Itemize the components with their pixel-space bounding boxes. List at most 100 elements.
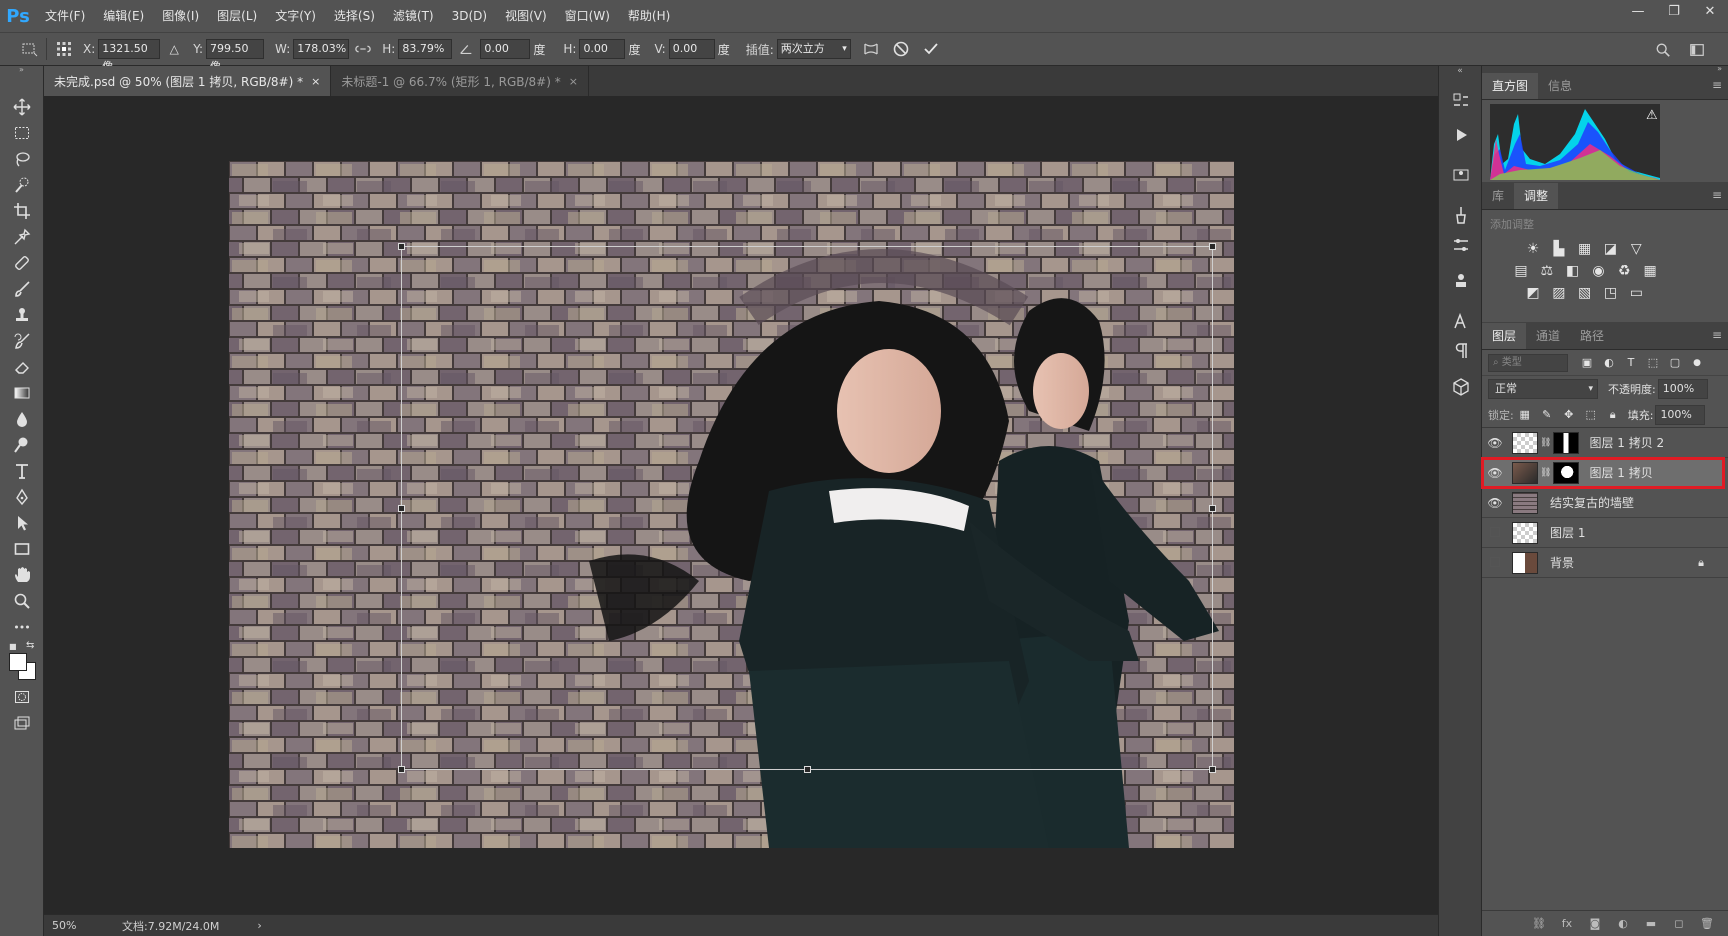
- screen-mode-icon[interactable]: [0, 710, 44, 736]
- levels-icon[interactable]: ▙: [1548, 238, 1570, 260]
- menu-help[interactable]: 帮助(H): [619, 0, 679, 32]
- h-field[interactable]: 83.79%: [398, 39, 453, 59]
- add-mask-icon[interactable]: ◙: [1584, 913, 1606, 935]
- gradient-tool-icon[interactable]: [0, 380, 44, 406]
- visibility-off-icon[interactable]: [1482, 526, 1508, 540]
- layer-row[interactable]: 图层 1: [1482, 518, 1728, 548]
- transform-handle[interactable]: [1209, 766, 1216, 773]
- clone-source-icon[interactable]: [1439, 264, 1483, 298]
- w-field[interactable]: 178.03%: [293, 39, 350, 59]
- new-adjustment-icon[interactable]: ◐: [1612, 913, 1634, 935]
- eyedropper-tool-icon[interactable]: [0, 224, 44, 250]
- black-white-icon[interactable]: ◧: [1562, 260, 1584, 282]
- visibility-eye-icon[interactable]: 👁︎: [1482, 466, 1508, 480]
- pen-tool-icon[interactable]: [0, 484, 44, 510]
- brightness-icon[interactable]: ☀: [1522, 238, 1544, 260]
- rectangle-tool-icon[interactable]: [0, 536, 44, 562]
- layer-filter-select[interactable]: ⌕ 类型: [1488, 353, 1568, 372]
- workspace-icon[interactable]: [1686, 39, 1708, 61]
- menu-3d[interactable]: 3D(D): [443, 0, 496, 32]
- posterize-icon[interactable]: ▨: [1548, 282, 1570, 304]
- visibility-eye-icon[interactable]: 👁︎: [1482, 496, 1508, 510]
- 3d-panel-icon[interactable]: [1439, 370, 1483, 404]
- menu-type[interactable]: 文字(Y): [266, 0, 325, 32]
- delete-layer-icon[interactable]: 🗑︎: [1696, 913, 1718, 935]
- color-lookup-icon[interactable]: ▦: [1639, 260, 1661, 282]
- fill-field[interactable]: 100%: [1655, 404, 1706, 425]
- zoom-tool-icon[interactable]: [0, 588, 44, 614]
- clone-stamp-tool-icon[interactable]: [0, 302, 44, 328]
- color-balance-icon[interactable]: ⚖: [1536, 260, 1558, 282]
- exposure-icon[interactable]: ◪: [1599, 238, 1621, 260]
- link-icon[interactable]: [352, 38, 374, 60]
- tab-paths[interactable]: 路径: [1570, 323, 1614, 349]
- minimize-button[interactable]: —: [1620, 0, 1656, 22]
- blend-mode-select[interactable]: 正常 ▾: [1488, 379, 1598, 399]
- hue-saturation-icon[interactable]: ▤: [1510, 260, 1532, 282]
- cancel-transform-icon[interactable]: [890, 38, 912, 60]
- menu-image[interactable]: 图像(I): [153, 0, 208, 32]
- close-window-button[interactable]: ✕: [1692, 0, 1728, 22]
- layer-row-selected[interactable]: 👁︎ ⛓︎ 图层 1 拷贝: [1481, 457, 1725, 489]
- menu-view[interactable]: 视图(V): [496, 0, 556, 32]
- filter-toggle-icon[interactable]: ●: [1686, 352, 1708, 374]
- paragraph-panel-icon[interactable]: [1439, 338, 1483, 364]
- panel-menu-icon[interactable]: ≡: [1712, 328, 1722, 342]
- curves-icon[interactable]: ▦: [1574, 238, 1596, 260]
- character-panel-icon[interactable]: [1439, 304, 1483, 338]
- vibrance-icon[interactable]: ▽: [1625, 238, 1647, 260]
- transform-handle[interactable]: [398, 766, 405, 773]
- warp-icon[interactable]: [860, 38, 882, 60]
- invert-icon[interactable]: ◩: [1522, 282, 1544, 304]
- menu-filter[interactable]: 滤镜(T): [384, 0, 443, 32]
- menu-file[interactable]: 文件(F): [36, 0, 94, 32]
- status-arrow-icon[interactable]: ›: [257, 919, 261, 932]
- lock-transparent-icon[interactable]: ▦: [1514, 404, 1536, 426]
- channel-mixer-icon[interactable]: ♻: [1613, 260, 1635, 282]
- type-tool-icon[interactable]: [0, 458, 44, 484]
- quick-mask-icon[interactable]: [0, 684, 44, 710]
- lock-artboard-icon[interactable]: ⬚: [1580, 404, 1602, 426]
- selective-color-icon[interactable]: ◳: [1599, 282, 1621, 304]
- search-icon[interactable]: [1652, 39, 1674, 61]
- transform-handle[interactable]: [804, 766, 811, 773]
- color-swatches[interactable]: ■ ⇆: [0, 640, 43, 684]
- photo-filter-icon[interactable]: ◉: [1587, 260, 1609, 282]
- swap-colors-icon[interactable]: ⇆: [26, 640, 34, 651]
- tab-document-1[interactable]: 未完成.psd @ 50% (图层 1 拷贝, RGB/8#) * ×: [44, 66, 332, 96]
- collapse-icon[interactable]: »: [0, 66, 43, 76]
- visibility-off-icon[interactable]: [1482, 556, 1508, 570]
- tab-histogram[interactable]: 直方图: [1482, 73, 1539, 99]
- lasso-tool-icon[interactable]: [0, 146, 44, 172]
- menu-select[interactable]: 选择(S): [325, 0, 384, 32]
- close-tab-icon[interactable]: ×: [311, 75, 320, 88]
- default-colors-icon[interactable]: ■: [9, 642, 17, 651]
- close-tab-icon[interactable]: ×: [569, 75, 578, 88]
- interpolation-select[interactable]: 两次立方 ▾: [776, 39, 851, 59]
- layer-row[interactable]: 👁︎ ⛓︎ 图层 1 拷贝 2: [1482, 428, 1728, 458]
- lock-all-icon[interactable]: 🔒︎: [1602, 404, 1624, 426]
- filter-smart-object-icon[interactable]: ▢: [1664, 352, 1686, 374]
- crop-tool-icon[interactable]: [0, 198, 44, 224]
- visibility-eye-icon[interactable]: 👁︎: [1482, 436, 1508, 450]
- hskew-field[interactable]: 0.00: [579, 39, 626, 59]
- menu-window[interactable]: 窗口(W): [556, 0, 619, 32]
- tab-adjustments[interactable]: 调整: [1514, 183, 1559, 209]
- move-tool-icon[interactable]: [0, 94, 44, 120]
- collapse-dock-icon[interactable]: «: [1439, 66, 1481, 84]
- transform-handle[interactable]: [1209, 505, 1216, 512]
- y-field[interactable]: 799.50 像: [206, 39, 265, 73]
- transform-handle[interactable]: [398, 243, 405, 250]
- foreground-color-swatch[interactable]: [9, 653, 27, 671]
- filter-shape-icon[interactable]: ⬚: [1642, 352, 1664, 374]
- menu-edit[interactable]: 编辑(E): [94, 0, 153, 32]
- threshold-icon[interactable]: ▧: [1574, 282, 1596, 304]
- path-selection-tool-icon[interactable]: [0, 510, 44, 536]
- mask-link-icon[interactable]: ⛓︎: [1540, 438, 1551, 448]
- x-field[interactable]: 1321.50 像: [98, 39, 161, 73]
- tab-channels[interactable]: 通道: [1526, 323, 1570, 349]
- link-layers-icon[interactable]: ⛓︎: [1528, 913, 1550, 935]
- history-brush-tool-icon[interactable]: [0, 328, 44, 354]
- new-group-icon[interactable]: ▬: [1640, 913, 1662, 935]
- filter-type-icon[interactable]: T: [1620, 352, 1642, 374]
